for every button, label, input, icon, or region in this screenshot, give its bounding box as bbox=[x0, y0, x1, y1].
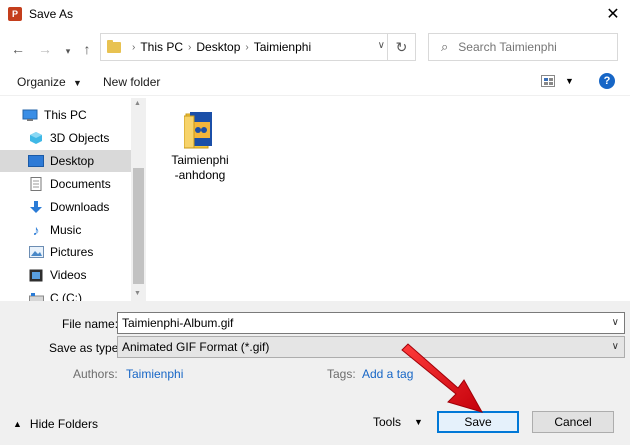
chevron-right-icon: › bbox=[245, 41, 249, 53]
address-bar[interactable]: › This PC › Desktop › Taimienphi ∨ ↻ bbox=[100, 33, 416, 61]
arrow-right-icon: → bbox=[38, 41, 52, 57]
document-icon bbox=[28, 177, 44, 191]
refresh-button[interactable]: ↻ bbox=[387, 34, 415, 60]
new-folder-button[interactable]: New folder bbox=[103, 75, 160, 89]
tools-button[interactable]: Tools bbox=[373, 415, 401, 429]
sidebar-item-label: Videos bbox=[50, 268, 87, 282]
authors-value[interactable]: Taimienphi bbox=[126, 367, 183, 381]
refresh-icon: ↻ bbox=[395, 38, 408, 55]
powerpoint-app-icon: P bbox=[8, 7, 22, 21]
arrow-up-icon: ↑ bbox=[83, 41, 91, 57]
sidebar-item-this-pc[interactable]: This PC bbox=[0, 104, 131, 126]
save-as-type-select[interactable]: Animated GIF Format (*.gif) ∨ bbox=[117, 336, 625, 358]
drive-icon bbox=[28, 291, 44, 301]
caret-up-icon: ▲ bbox=[13, 419, 22, 429]
scroll-up-icon[interactable]: ▲ bbox=[134, 100, 141, 107]
scroll-down-icon[interactable]: ▼ bbox=[134, 290, 141, 297]
sidebar-item-c-drive[interactable]: C (C:) bbox=[0, 287, 131, 301]
view-dropdown-button[interactable]: ▼ bbox=[565, 76, 574, 86]
sidebar-item-pictures[interactable]: Pictures bbox=[0, 241, 131, 263]
command-bar bbox=[0, 68, 630, 96]
forward-button[interactable]: → bbox=[37, 40, 53, 58]
sidebar-item-label: Desktop bbox=[50, 154, 95, 168]
search-box[interactable]: ⌕ bbox=[428, 33, 618, 61]
recent-locations-button[interactable]: ▾ bbox=[62, 42, 74, 60]
view-options-icon[interactable] bbox=[541, 75, 555, 87]
file-name-field[interactable]: Taimienphi-Album.gif ∨ bbox=[117, 312, 625, 334]
sidebar-item-3d-objects[interactable]: 3D Objects bbox=[0, 127, 131, 149]
scrollbar-thumb[interactable] bbox=[133, 168, 144, 284]
tags-label: Tags: bbox=[327, 367, 356, 381]
close-icon: ✕ bbox=[606, 6, 620, 23]
help-button[interactable]: ? bbox=[599, 73, 615, 89]
sidebar-item-label: Music bbox=[50, 223, 82, 237]
annotation-arrow-icon bbox=[401, 343, 484, 413]
chevron-down-icon[interactable]: ∨ bbox=[612, 317, 619, 328]
title-bar: P Save As ✕ bbox=[0, 0, 630, 28]
save-as-type-value: Animated GIF Format (*.gif) bbox=[122, 340, 270, 354]
music-icon: ♪ bbox=[32, 222, 40, 238]
sidebar-item-label: Pictures bbox=[50, 245, 94, 259]
hide-folders-button[interactable]: ▲ Hide Folders bbox=[13, 417, 98, 431]
tools-dropdown-icon[interactable]: ▼ bbox=[414, 417, 423, 427]
search-icon: ⌕ bbox=[441, 39, 449, 54]
sidebar-item-downloads[interactable]: Downloads bbox=[0, 196, 131, 218]
desktop-icon bbox=[28, 154, 44, 168]
hide-folders-label: Hide Folders bbox=[29, 417, 98, 431]
sidebar-item-videos[interactable]: Videos bbox=[0, 264, 131, 286]
sidebar-item-label: This PC bbox=[44, 108, 87, 122]
file-name-label: Taimienphi -anhdong bbox=[171, 153, 229, 182]
breadcrumb-taimienphi[interactable]: Taimienphi bbox=[254, 40, 311, 54]
video-icon bbox=[28, 268, 44, 282]
cancel-button[interactable]: Cancel bbox=[532, 411, 614, 433]
folder-icon bbox=[107, 39, 121, 53]
close-button[interactable]: ✕ bbox=[596, 0, 630, 28]
search-input[interactable] bbox=[458, 40, 609, 54]
arrow-left-icon: ← bbox=[11, 41, 25, 57]
organize-button[interactable]: Organize ▼ bbox=[17, 75, 82, 89]
sidebar-item-label: 3D Objects bbox=[50, 131, 110, 145]
breadcrumb-this-pc[interactable]: This PC bbox=[140, 40, 183, 54]
chevron-down-icon: ▾ bbox=[65, 45, 71, 56]
chevron-right-icon: › bbox=[132, 41, 136, 53]
chevron-right-icon: › bbox=[188, 41, 192, 53]
folder-icon bbox=[184, 112, 212, 149]
authors-label: Authors: bbox=[73, 367, 118, 381]
file-name-label: File name: bbox=[62, 317, 119, 331]
pc-icon bbox=[22, 108, 38, 122]
download-icon bbox=[28, 200, 44, 214]
save-as-type-label: Save as type: bbox=[49, 341, 122, 355]
sidebar-item-label: C (C:) bbox=[50, 291, 82, 301]
sidebar-item-desktop[interactable]: Desktop bbox=[0, 150, 131, 172]
caret-down-icon: ▼ bbox=[73, 78, 82, 88]
cube-icon bbox=[28, 131, 44, 145]
sidebar-item-label: Downloads bbox=[50, 200, 110, 214]
breadcrumb-desktop[interactable]: Desktop bbox=[196, 40, 240, 54]
address-dropdown-button[interactable]: ∨ bbox=[378, 40, 385, 51]
help-icon: ? bbox=[603, 75, 611, 87]
window-title: Save As bbox=[29, 7, 74, 21]
file-name-value: Taimienphi-Album.gif bbox=[122, 316, 234, 330]
navigation-pane: This PC 3D Objects Desktop Documents Dow… bbox=[0, 98, 146, 301]
up-button[interactable]: ↑ bbox=[79, 40, 95, 58]
back-button[interactable]: ← bbox=[10, 40, 26, 58]
sidebar-item-label: Documents bbox=[50, 177, 111, 191]
chevron-down-icon: ∨ bbox=[611, 341, 619, 352]
organize-label: Organize bbox=[17, 75, 66, 89]
sidebar-item-music[interactable]: ♪ Music bbox=[0, 219, 131, 241]
sidebar-item-documents[interactable]: Documents bbox=[0, 173, 131, 195]
pictures-icon bbox=[28, 245, 44, 259]
